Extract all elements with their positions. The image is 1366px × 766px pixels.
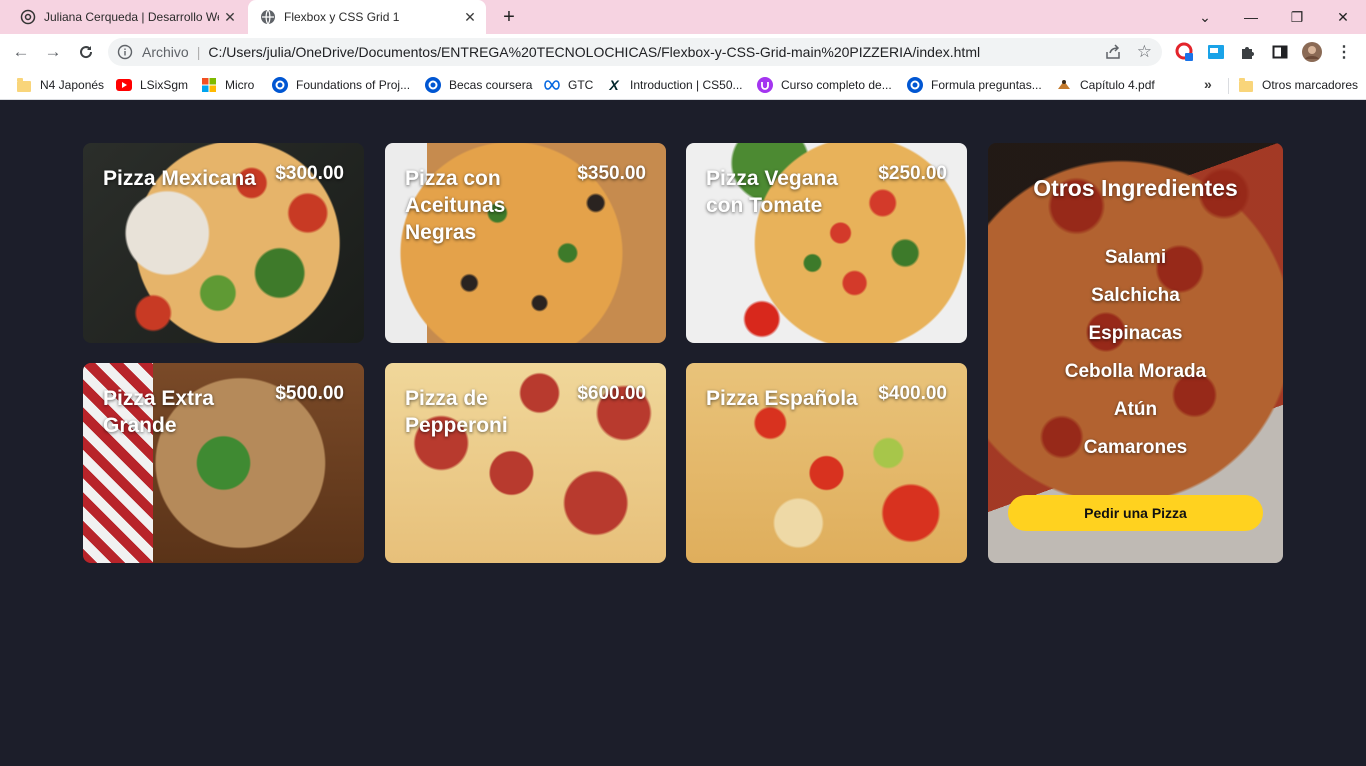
- bookmark-label: Capítulo 4.pdf: [1080, 78, 1155, 92]
- pizza-card-aceitunas[interactable]: Pizza con Aceitunas Negras $350.00: [385, 143, 666, 343]
- ingredient-item: Cebolla Morada: [1064, 361, 1207, 382]
- bookmark-gtc[interactable]: GTC: [544, 76, 593, 94]
- bookmark-label: LSixSgm: [140, 78, 189, 92]
- bookmark-label: GTC: [568, 78, 594, 92]
- pizza-price: $300.00: [275, 163, 344, 184]
- pizza-card-pepperoni[interactable]: Pizza de Pepperoni $600.00: [385, 363, 666, 563]
- bookmark-cs50[interactable]: X Introduction | CS50...: [606, 76, 743, 94]
- bookmark-foundations[interactable]: Foundations of Proj...: [272, 76, 410, 94]
- folder-icon: [16, 77, 32, 93]
- ingredient-list: Salami Salchicha Espinacas Cebolla Morad…: [988, 239, 1283, 467]
- bookmark-label: Otros marcadores: [1262, 78, 1359, 92]
- pizza-card-vegana[interactable]: Pizza Vegana con Tomate $250.00: [686, 143, 967, 343]
- panel-title: Otros Ingredientes: [1033, 175, 1238, 201]
- pizza-name: Pizza Española: [706, 387, 858, 410]
- pizza-card-espanola[interactable]: Pizza Española $400.00: [686, 363, 967, 563]
- bookmark-label: Formula preguntas...: [931, 78, 1042, 92]
- close-tab-icon[interactable]: ✕: [222, 9, 238, 25]
- tab-flexbox[interactable]: Flexbox y CSS Grid 1 ✕: [248, 0, 486, 34]
- pizza-price: $400.00: [878, 383, 947, 404]
- tab-search-icon[interactable]: ⌄: [1192, 4, 1218, 30]
- info-icon[interactable]: [116, 43, 134, 61]
- browser-toolbar: ← → Archivo | C:/Users/julia/OneDrive/Do…: [0, 34, 1366, 70]
- bookmark-otros-marcadores[interactable]: Otros marcadores: [1238, 76, 1358, 94]
- bookmark-label: Introduction | CS50...: [630, 78, 743, 92]
- divider: [1228, 78, 1229, 94]
- reload-icon[interactable]: [74, 40, 98, 64]
- coursera-icon: [907, 77, 923, 93]
- pizza-price: $500.00: [275, 383, 344, 404]
- restore-button[interactable]: ❐: [1284, 4, 1310, 30]
- pizza-price: $350.00: [577, 163, 646, 184]
- extensions-puzzle-icon[interactable]: [1238, 42, 1258, 62]
- address-bar[interactable]: Archivo | C:/Users/julia/OneDrive/Docume…: [108, 38, 1162, 66]
- tab-strip: Juliana Cerqueda | Desarrollo We ✕ Flexb…: [0, 0, 1366, 34]
- bookmark-curso-completo[interactable]: Curso completo de...: [757, 76, 892, 94]
- bookmark-capitulo-4[interactable]: Capítulo 4.pdf: [1056, 76, 1155, 94]
- bookmark-label: Micro: [225, 78, 255, 92]
- ingredient-item: Salami: [1104, 247, 1167, 268]
- globe-icon: [260, 9, 276, 25]
- new-tab-button[interactable]: +: [498, 6, 520, 28]
- youtube-icon: [116, 77, 132, 93]
- ingredient-item: Camarones: [1083, 437, 1188, 458]
- minimize-button[interactable]: —: [1238, 4, 1264, 30]
- bookmark-label: Foundations of Proj...: [296, 78, 411, 92]
- pizza-price: $600.00: [577, 383, 646, 404]
- pdf-icon: [1056, 77, 1072, 93]
- pizza-card-extra-grande[interactable]: Pizza Extra Grande $500.00: [83, 363, 364, 563]
- opera-extension-icon[interactable]: [1174, 42, 1194, 62]
- pizza-name: Pizza con Aceitunas Negras: [405, 167, 506, 244]
- menu-kebab-icon[interactable]: ⋮: [1334, 42, 1354, 62]
- coursera-icon: [425, 77, 441, 93]
- ingredient-item: Salchicha: [1091, 285, 1180, 306]
- pizza-name: Pizza Extra Grande: [103, 387, 214, 437]
- ingredient-item: Atún: [1113, 399, 1158, 420]
- order-pizza-button[interactable]: Pedir una Pizza: [1008, 495, 1263, 531]
- bookmark-micro[interactable]: Micro: [201, 76, 254, 94]
- meta-icon: [544, 77, 560, 93]
- close-window-button[interactable]: ✕: [1330, 4, 1356, 30]
- share-icon[interactable]: [1104, 43, 1122, 61]
- ingredient-item: Espinacas: [1088, 323, 1183, 344]
- pizza-price: $250.00: [878, 163, 947, 184]
- bookmark-label: Curso completo de...: [781, 78, 892, 92]
- globe-icon: [20, 9, 36, 25]
- bookmarks-bar: N4 Japonés LSixSgm Micro Foundations of …: [0, 70, 1366, 100]
- edx-icon: X: [609, 77, 619, 93]
- tab-title: Flexbox y CSS Grid 1: [284, 10, 400, 24]
- pizzeria-page: Pizza Mexicana $300.00 Pizza con Aceitun…: [0, 101, 1366, 766]
- tab-title: Juliana Cerqueda | Desarrollo We: [44, 10, 219, 24]
- folder-icon: [1238, 77, 1254, 93]
- url-text[interactable]: C:/Users/julia/OneDrive/Documentos/ENTRE…: [208, 44, 980, 60]
- coursera-icon: [272, 77, 288, 93]
- pizza-name: Pizza Vegana con Tomate: [706, 167, 838, 217]
- forward-icon[interactable]: →: [41, 40, 65, 64]
- pizza-card-mexicana[interactable]: Pizza Mexicana $300.00: [83, 143, 364, 343]
- scheme-label: Archivo: [142, 44, 189, 60]
- pizza-name: Pizza Mexicana: [103, 167, 256, 190]
- profile-avatar[interactable]: [1302, 42, 1322, 62]
- tab-juliana[interactable]: Juliana Cerqueda | Desarrollo We ✕: [10, 0, 246, 34]
- bookmark-star-icon[interactable]: ☆: [1137, 41, 1152, 63]
- bookmark-n4-japones[interactable]: N4 Japonés: [16, 76, 104, 94]
- bookmark-label: Becas coursera: [449, 78, 533, 92]
- screenshot-extension-icon[interactable]: [1206, 42, 1226, 62]
- udemy-icon: [757, 77, 773, 93]
- separator: |: [196, 44, 201, 60]
- bookmark-lsixsgm[interactable]: LSixSgm: [116, 76, 188, 94]
- bookmarks-overflow-button[interactable]: »: [1204, 76, 1212, 92]
- side-panel-icon[interactable]: [1270, 42, 1290, 62]
- bookmark-formula-preguntas[interactable]: Formula preguntas...: [907, 76, 1042, 94]
- microsoft-icon: [201, 77, 217, 93]
- back-icon[interactable]: ←: [9, 40, 33, 64]
- close-tab-icon[interactable]: ✕: [462, 9, 478, 25]
- pizza-name: Pizza de Pepperoni: [405, 387, 508, 437]
- other-ingredients-panel: Otros Ingredientes Salami Salchicha Espi…: [988, 143, 1283, 563]
- bookmark-becas-coursera[interactable]: Becas coursera: [425, 76, 532, 94]
- bookmark-label: N4 Japonés: [40, 78, 105, 92]
